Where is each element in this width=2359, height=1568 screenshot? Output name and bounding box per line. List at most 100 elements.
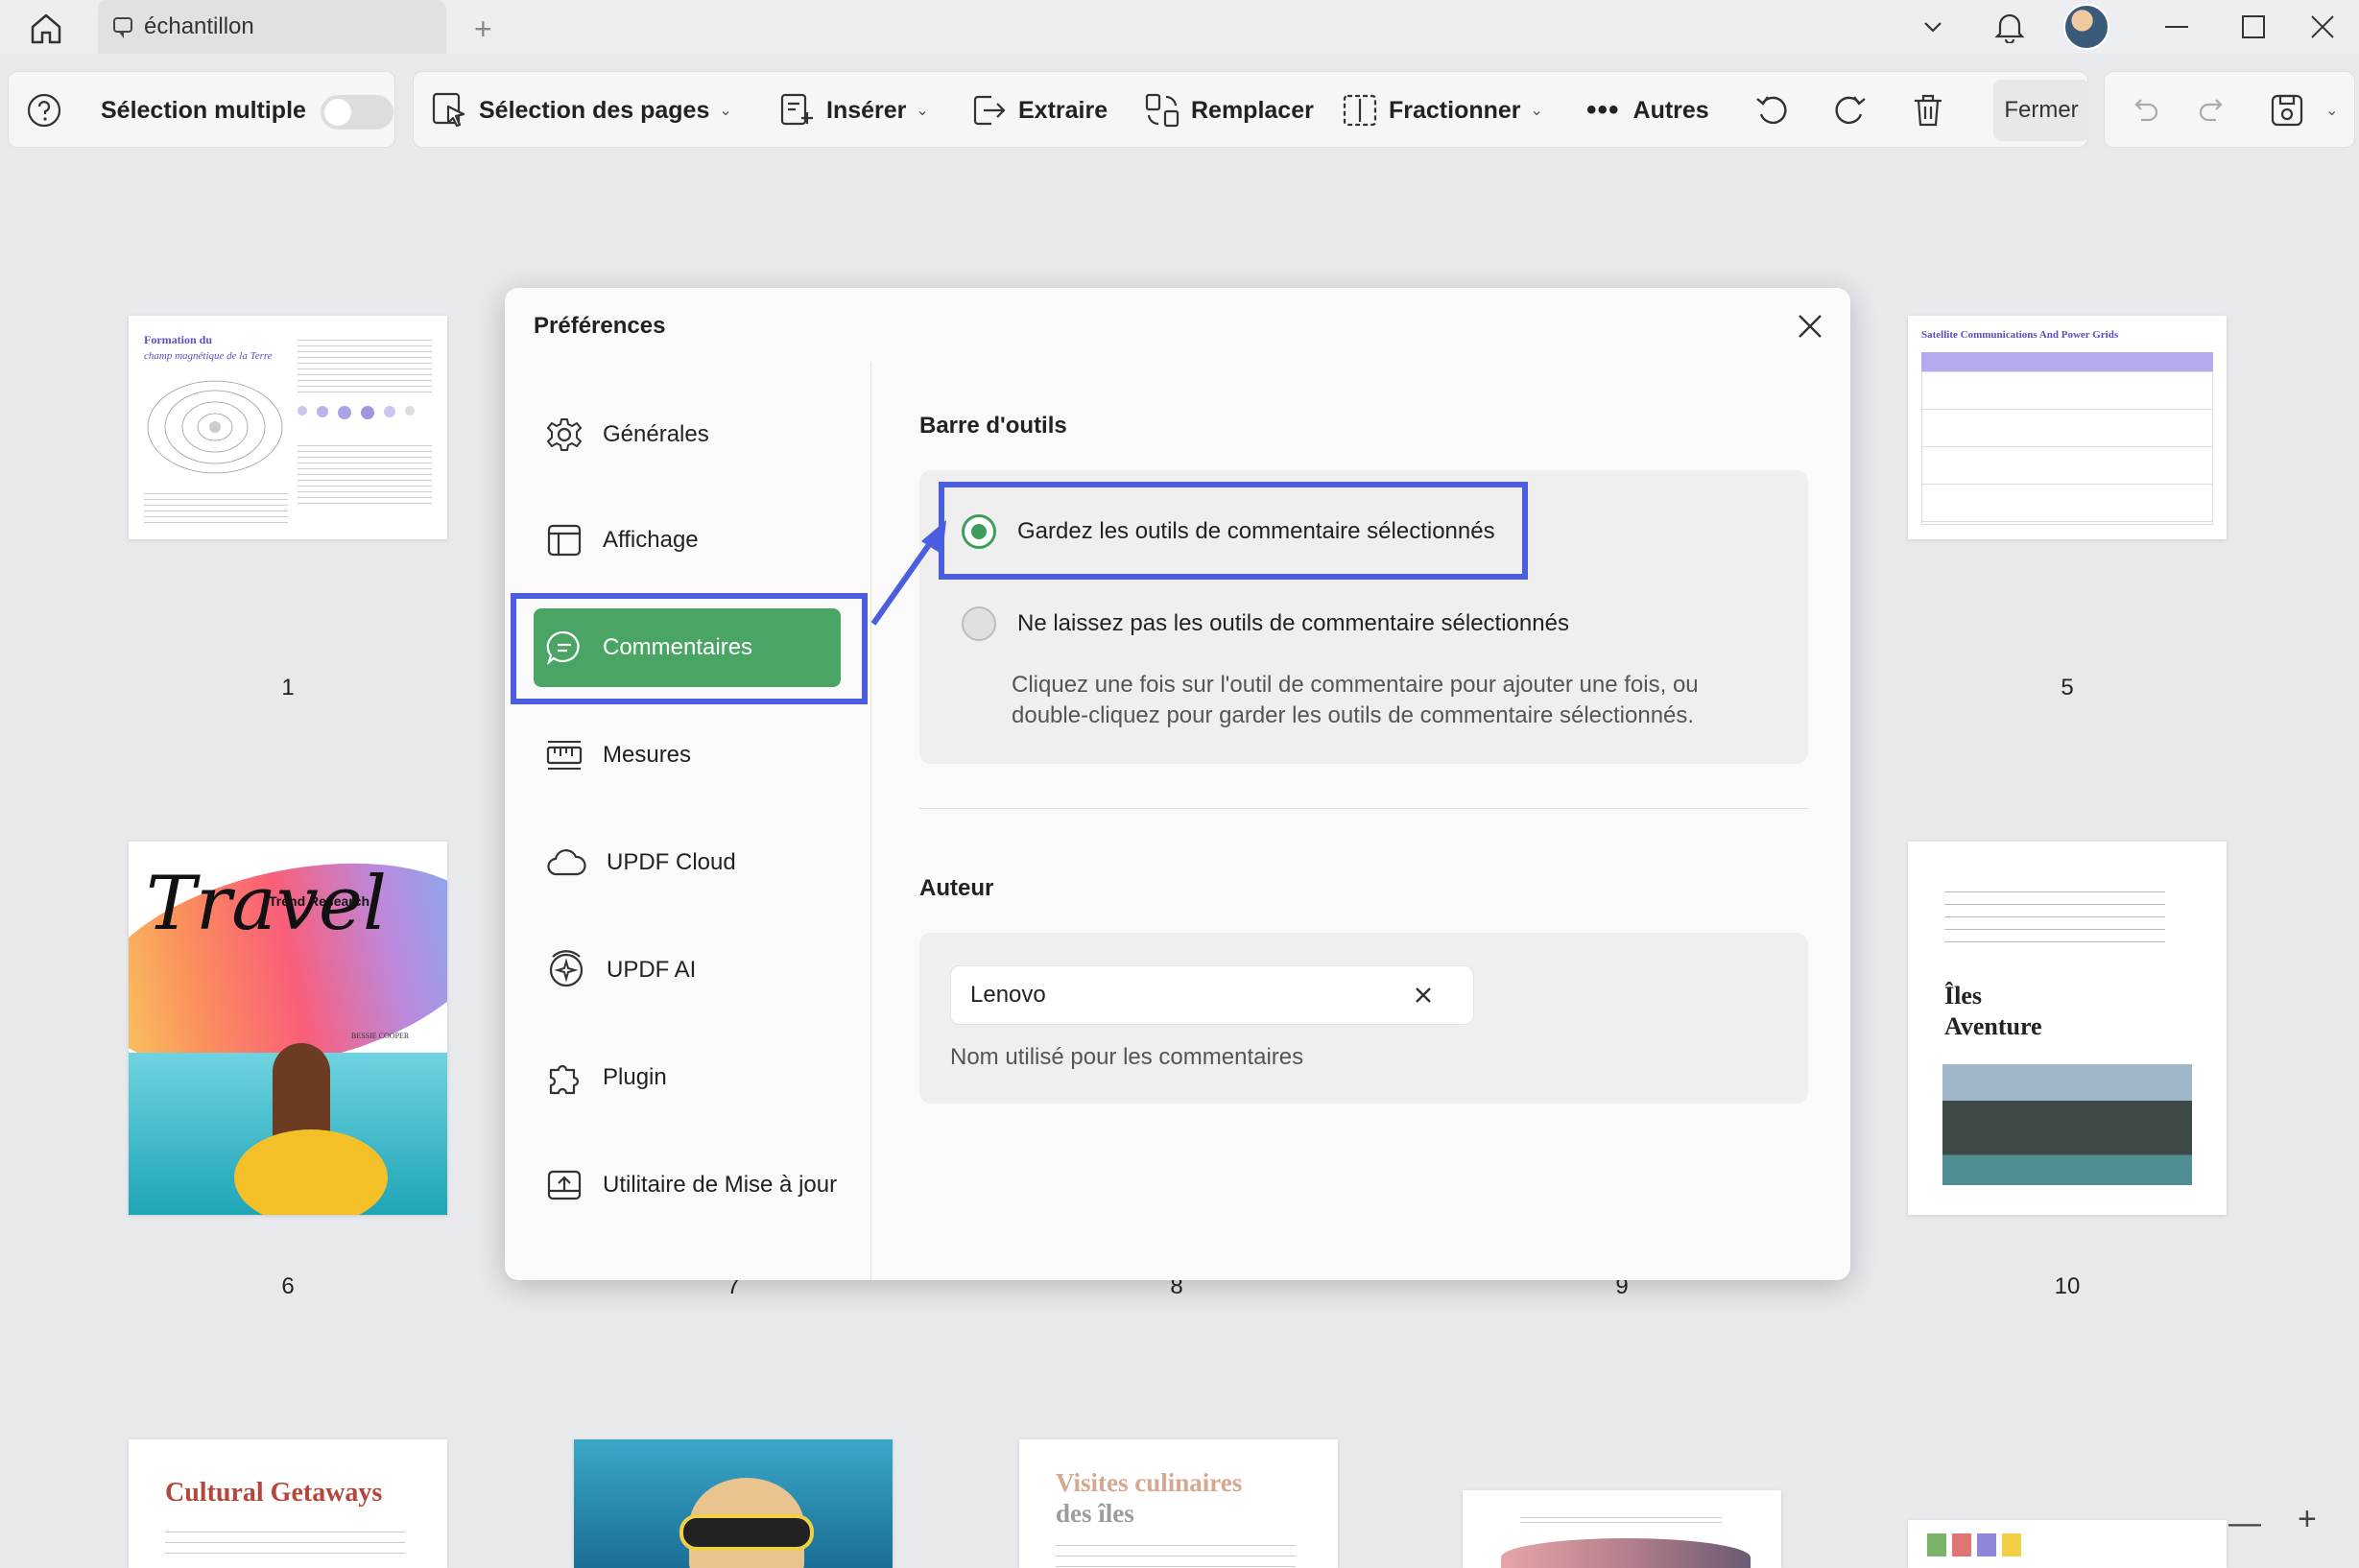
section-divider bbox=[919, 808, 1808, 809]
rotate-right-icon bbox=[1835, 96, 1866, 125]
cultural-getaways-title: Cultural Getaways bbox=[165, 1478, 383, 1508]
nav-general[interactable]: Générales bbox=[534, 395, 841, 474]
nav-measures[interactable]: Mesures bbox=[534, 716, 841, 795]
redo-icon bbox=[2199, 99, 2223, 122]
chevron-down-icon[interactable] bbox=[1912, 8, 1954, 46]
nav-updf-cloud-label: UPDF Cloud bbox=[607, 849, 736, 875]
comment-icon bbox=[113, 17, 132, 38]
tab-title: échantillon bbox=[144, 13, 254, 39]
cloud-icon bbox=[547, 849, 586, 876]
page6-author: BESSIE COOPER bbox=[351, 1032, 410, 1040]
avatar[interactable] bbox=[2063, 4, 2109, 50]
multi-select-toggle[interactable] bbox=[321, 95, 393, 130]
save-icon bbox=[2271, 94, 2303, 127]
author-help-text: Nom utilisé pour les commentaires bbox=[950, 1044, 1304, 1070]
page-thumbnail-15[interactable] bbox=[1908, 1520, 2227, 1568]
preferences-dialog: Préférences Générales Affichage Commenta… bbox=[505, 288, 1850, 1280]
page14-image bbox=[1501, 1538, 1751, 1568]
replace-button[interactable]: Remplacer bbox=[1143, 72, 1314, 149]
insert-button[interactable]: Insérer ⌄ bbox=[778, 72, 929, 149]
page-thumbnail-5[interactable]: Satellite Communications And Power Grids bbox=[1908, 316, 2227, 539]
rotate-right-button[interactable] bbox=[1830, 72, 1878, 149]
page-thumbnail-12[interactable] bbox=[574, 1439, 893, 1568]
page5-table-body bbox=[1921, 371, 2213, 525]
minimize-icon[interactable] bbox=[2156, 8, 2198, 46]
page-number-1: 1 bbox=[281, 675, 295, 701]
page6-subtitle: Trend Research bbox=[269, 893, 370, 909]
close-page-tools-button[interactable]: Fermer bbox=[1993, 80, 2089, 141]
extract-label: Extraire bbox=[1018, 96, 1108, 124]
page-thumbnail-14[interactable] bbox=[1463, 1490, 1781, 1568]
nav-display[interactable]: Affichage bbox=[534, 501, 841, 580]
chevron-down-icon: ⌄ bbox=[916, 103, 929, 119]
page11-text bbox=[165, 1522, 405, 1560]
page-select-label: Sélection des pages bbox=[479, 96, 710, 124]
help-button[interactable] bbox=[26, 72, 72, 149]
close-dialog-button[interactable] bbox=[1791, 307, 1829, 345]
extract-button[interactable]: Extraire bbox=[970, 72, 1108, 149]
bell-icon[interactable] bbox=[1989, 8, 2031, 46]
page1-title: Formation du bbox=[144, 333, 213, 346]
page-thumbnail-1[interactable]: Formation du champ magnétique de la Terr… bbox=[129, 316, 447, 539]
close-icon bbox=[1416, 987, 1431, 1003]
zoom-out-button[interactable]: — bbox=[2228, 1505, 2261, 1542]
rotate-left-button[interactable] bbox=[1753, 72, 1801, 149]
page-thumbnail-6[interactable]: Travel Trend Research BESSIE COOPER bbox=[129, 842, 447, 1215]
question-circle-icon bbox=[27, 93, 61, 128]
add-tab-button[interactable]: + bbox=[474, 13, 492, 44]
home-icon[interactable] bbox=[27, 10, 65, 48]
nav-updf-ai-label: UPDF AI bbox=[607, 957, 697, 983]
kayak bbox=[234, 1129, 388, 1215]
toolbar-help-line-2: double-cliquez pour garder les outils de… bbox=[1012, 702, 1695, 728]
more-label: Autres bbox=[1632, 96, 1709, 124]
page-thumbnail-13[interactable]: Visites culinaires des îles bbox=[1019, 1439, 1338, 1568]
visites-title-1: Visites culinaires bbox=[1056, 1468, 1243, 1497]
maximize-icon[interactable] bbox=[2232, 8, 2275, 46]
redo-button[interactable] bbox=[2197, 72, 2237, 149]
save-button[interactable]: ⌄ bbox=[2268, 72, 2338, 149]
page-thumbnail-11[interactable]: Cultural Getaways bbox=[129, 1439, 447, 1568]
delete-button[interactable] bbox=[1909, 72, 1957, 149]
option-no-keep-label: Ne laissez pas les outils de commentaire… bbox=[1017, 610, 1569, 636]
more-button[interactable]: ••• Autres bbox=[1586, 72, 1709, 149]
zoom-in-button[interactable]: + bbox=[2298, 1501, 2317, 1538]
undo-button[interactable] bbox=[2130, 72, 2170, 149]
page1-subtitle: champ magnétique de la Terre bbox=[144, 350, 273, 362]
history-group: ⌄ bbox=[2104, 71, 2355, 148]
update-icon bbox=[547, 1170, 582, 1200]
page1-text-block-2 bbox=[298, 440, 432, 508]
multi-select-label: Sélection multiple bbox=[101, 96, 306, 124]
chevron-down-icon: ⌄ bbox=[1530, 103, 1543, 119]
page5-title: Satellite Communications And Power Grids bbox=[1921, 329, 2119, 341]
replace-icon bbox=[1145, 93, 1180, 128]
nav-updf-cloud[interactable]: UPDF Cloud bbox=[534, 823, 841, 902]
page5-table-header bbox=[1921, 352, 2213, 371]
close-window-icon[interactable] bbox=[2301, 8, 2344, 46]
radio-unselected-icon[interactable] bbox=[962, 606, 996, 641]
gear-icon bbox=[547, 418, 582, 451]
undo-icon bbox=[2134, 99, 2158, 122]
clear-input-button[interactable] bbox=[1407, 979, 1440, 1011]
page-thumbnail-10[interactable]: Îles Aventure bbox=[1908, 842, 2227, 1215]
chevron-down-icon[interactable]: ⌄ bbox=[2325, 101, 2338, 120]
nav-plugin[interactable]: Plugin bbox=[534, 1038, 841, 1117]
nav-updf-ai[interactable]: UPDF AI bbox=[534, 931, 841, 1010]
author-section-title: Auteur bbox=[919, 875, 994, 901]
extract-icon bbox=[973, 95, 1006, 126]
page-number-6: 6 bbox=[281, 1273, 295, 1299]
toolbar-section-title: Barre d'outils bbox=[919, 413, 1067, 439]
author-name-input[interactable]: Lenovo bbox=[950, 965, 1474, 1025]
page10-title-1: Îles bbox=[1944, 982, 1982, 1010]
document-tab[interactable]: échantillon bbox=[98, 0, 446, 54]
option-no-keep-tools[interactable]: Ne laissez pas les outils de commentaire… bbox=[962, 606, 1569, 641]
page14-text bbox=[1520, 1513, 1722, 1523]
rotate-left-icon bbox=[1756, 96, 1787, 125]
split-icon bbox=[1343, 94, 1377, 127]
nav-update-utility[interactable]: Utilitaire de Mise à jour bbox=[534, 1146, 841, 1224]
split-label: Fractionner bbox=[1389, 96, 1521, 124]
page10-title-2: Aventure bbox=[1944, 1012, 2042, 1040]
split-button[interactable]: Fractionner ⌄ bbox=[1341, 72, 1543, 149]
coastal-photo bbox=[1942, 1064, 2192, 1185]
page1-text-block bbox=[298, 335, 432, 392]
page-select-button[interactable]: Sélection des pages ⌄ bbox=[431, 72, 732, 149]
